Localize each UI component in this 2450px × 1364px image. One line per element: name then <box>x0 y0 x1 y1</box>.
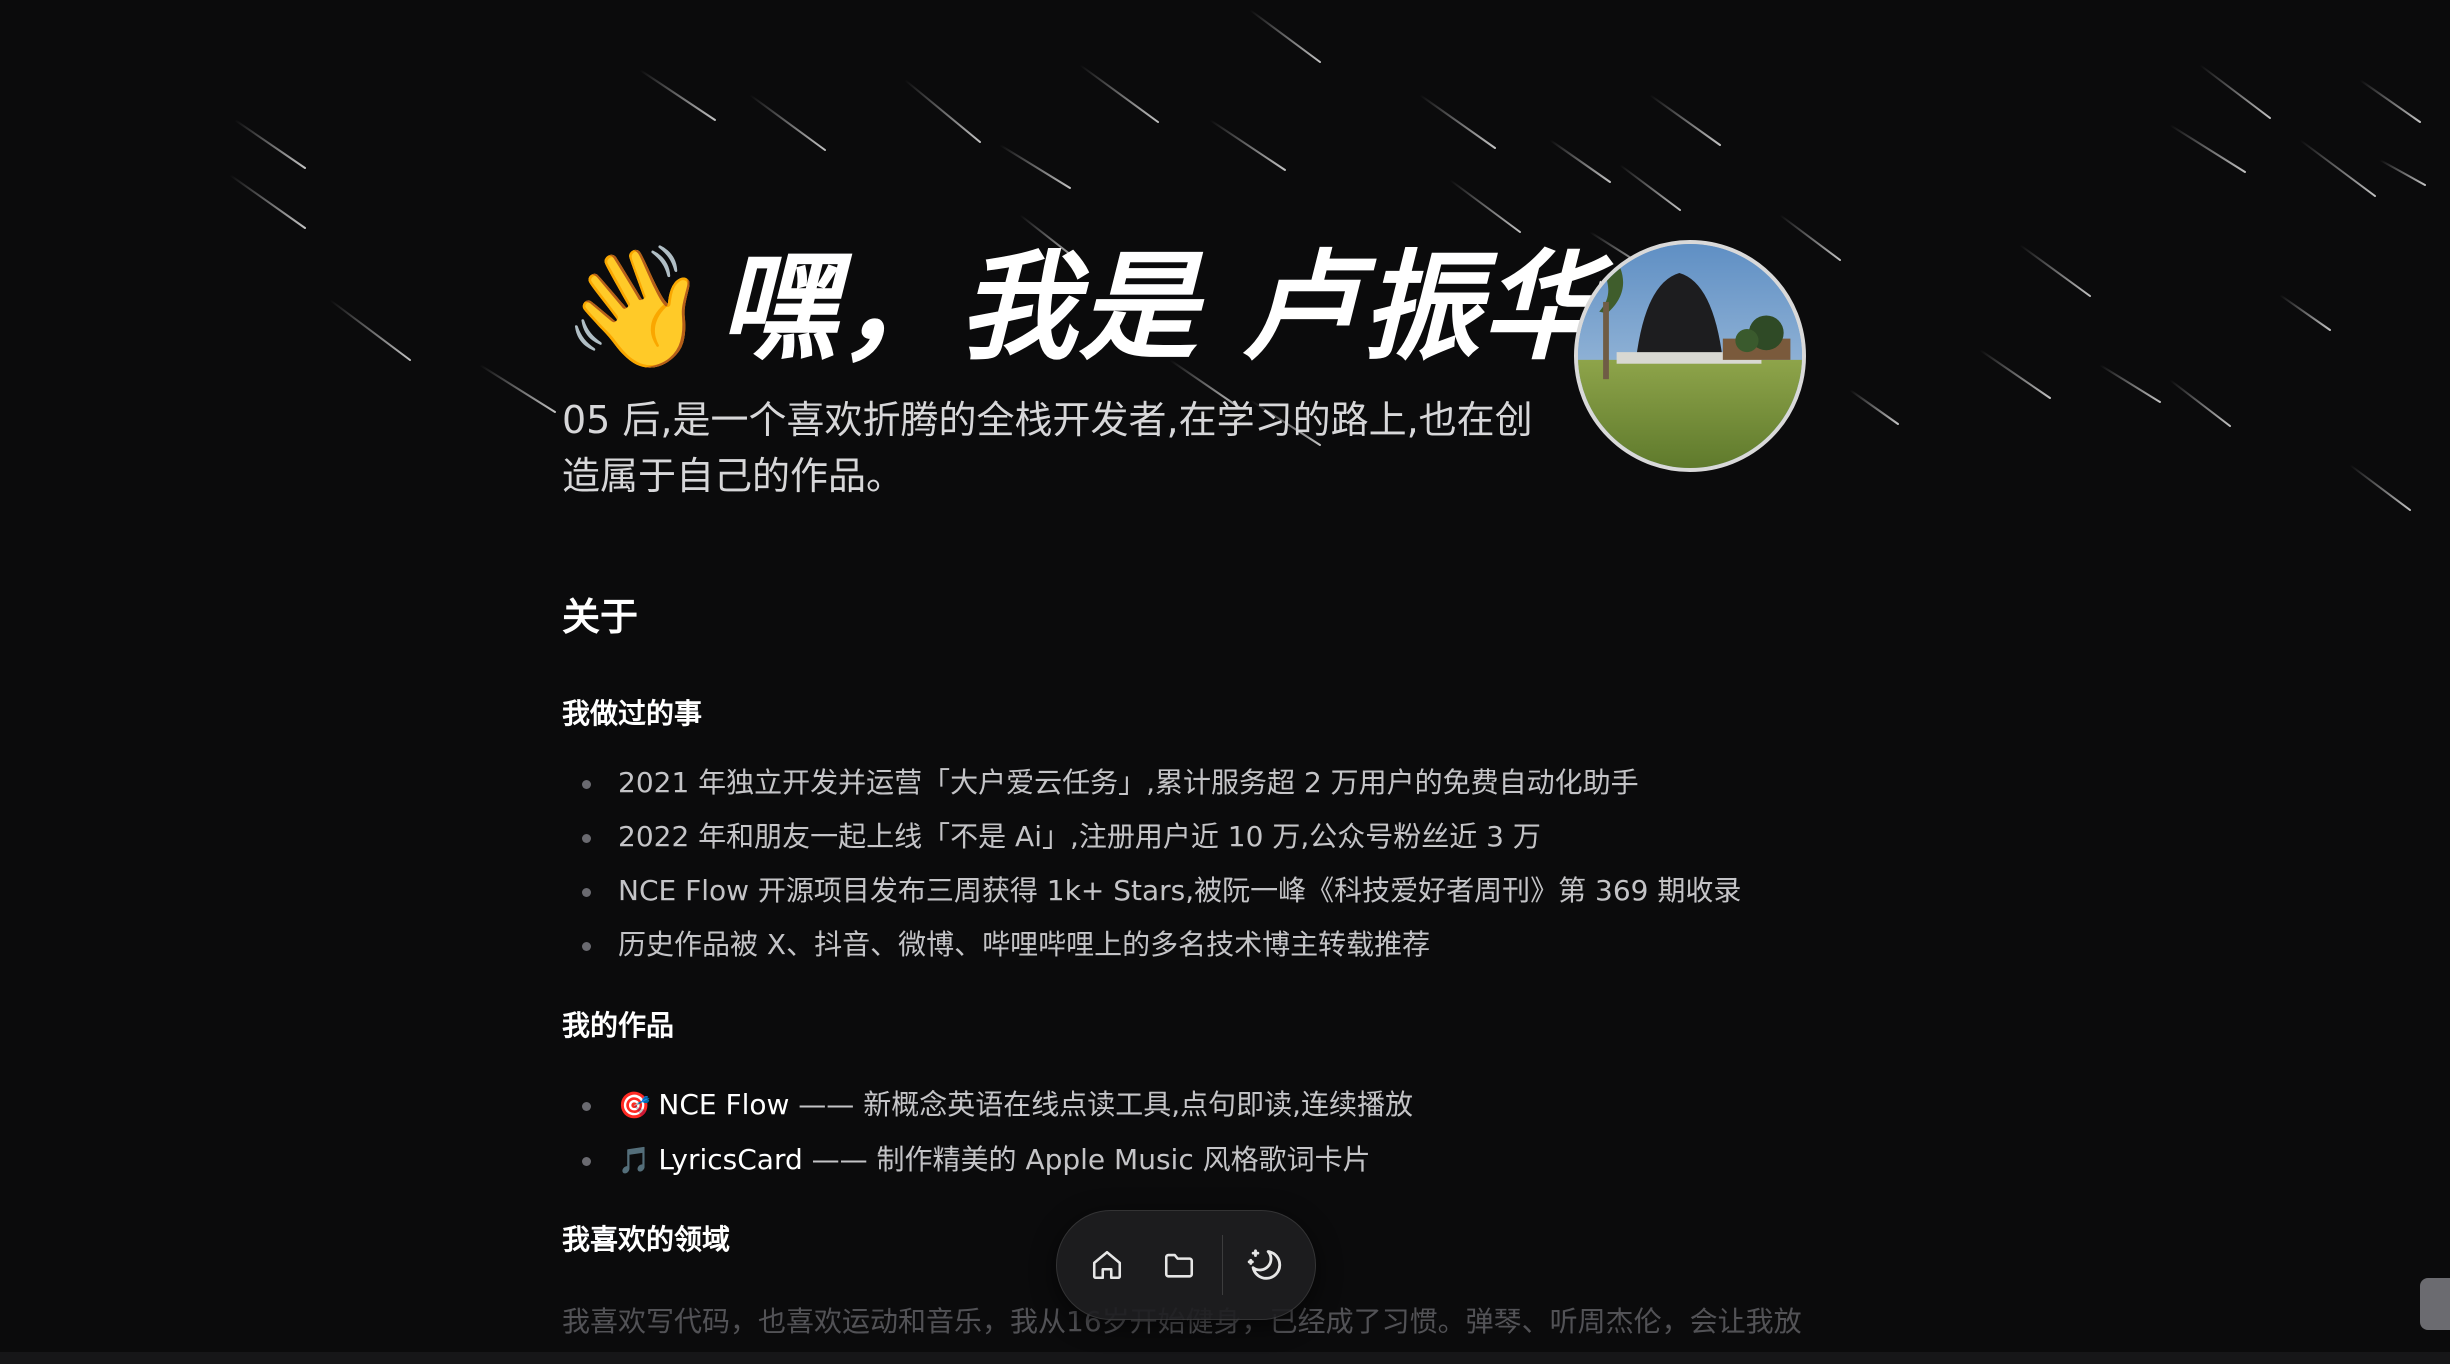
done-item: 2022 年和朋友一起上线「不是 Ai」,注册用户近 10 万,公众号粉丝近 3… <box>562 810 1741 864</box>
works-list: 🎯 NCE Flow —— 新概念英语在线点读工具,点句即读,连续播放 🎵 Lyric… <box>562 1078 1413 1188</box>
about-title: 关于 <box>562 595 639 639</box>
bullet-dot <box>582 888 591 897</box>
meteor-streak <box>234 119 306 169</box>
home-button[interactable] <box>1077 1235 1137 1295</box>
done-list: 2021 年独立开发并运营「大户爱云任务」,累计服务超 2 万用户的免费自动化助… <box>562 756 1741 972</box>
work-description: —— 新概念英语在线点读工具,点句即读,连续播放 <box>789 1088 1413 1121</box>
meteor-streak <box>749 94 826 151</box>
meteor-streak <box>2379 159 2426 186</box>
meteor-streak <box>1079 64 1159 123</box>
works-title: 我的作品 <box>562 1009 675 1042</box>
meteor-streak <box>2279 294 2331 331</box>
done-item: NCE Flow 开源项目发布三周获得 1k+ Stars,被阮一峰《科技爱好者… <box>562 864 1741 918</box>
meteor-streak <box>2359 79 2421 123</box>
meteor-streak <box>1449 179 1521 233</box>
meteor-streak <box>1249 9 1321 63</box>
bottom-dock <box>1056 1210 1316 1320</box>
meteor-streak <box>2299 139 2376 197</box>
hero-subtitle: 05 后,是一个喜欢折腾的全栈开发者,在学习的路上,也在创造属于自己的作品。 <box>562 398 1533 498</box>
hero-title: 👋嘿，我是 卢振华 <box>562 242 1602 372</box>
theme-toggle-button[interactable] <box>1235 1235 1295 1295</box>
meteor-streak <box>2349 464 2411 511</box>
meteor-streak <box>2169 379 2231 427</box>
meteor-streak <box>1979 349 2051 399</box>
meteor-streak <box>1209 119 1286 171</box>
target-icon: 🎯 <box>618 1091 651 1121</box>
dock-divider <box>1221 1235 1223 1295</box>
meteor-streak <box>904 79 981 143</box>
meteor-streak <box>2099 364 2161 403</box>
bullet-dot <box>582 780 591 789</box>
likes-title: 我喜欢的领域 <box>562 1223 731 1256</box>
work-description: —— 制作精美的 Apple Music 风格歌词卡片 <box>802 1143 1371 1176</box>
bullet-dot <box>582 834 591 843</box>
done-item-text: NCE Flow 开源项目发布三周获得 1k+ Stars,被阮一峰《科技爱好者… <box>618 874 1742 907</box>
hero-title-text: 嘿，我是 卢振华 <box>718 238 1603 376</box>
work-item: 🎵 LyricsCard —— 制作精美的 Apple Music 风格歌词卡片 <box>562 1133 1413 1188</box>
meteor-streak <box>1849 389 1899 425</box>
waving-hand-icon: 👋 <box>562 238 711 376</box>
folder-icon <box>1165 1253 1194 1278</box>
work-item: 🎯 NCE Flow —— 新概念英语在线点读工具,点句即读,连续播放 <box>562 1078 1413 1133</box>
done-item-text: 2022 年和朋友一起上线「不是 Ai」,注册用户近 10 万,公众号粉丝近 3… <box>618 820 1541 853</box>
meteor-streak <box>1649 94 1721 146</box>
meteor-streak <box>2019 244 2091 297</box>
meteor-streak <box>2169 124 2246 173</box>
bullet-dot <box>582 942 591 951</box>
meteor-streak <box>999 144 1071 189</box>
bullet-dot <box>582 1157 591 1166</box>
done-item-text: 历史作品被 X、抖音、微博、哔哩哔哩上的多名技术博主转载推荐 <box>618 928 1431 961</box>
meteor-streak <box>1549 139 1611 183</box>
meteor-streak <box>229 174 306 229</box>
meteor-streak <box>639 69 716 121</box>
theme-toggle-icon <box>1247 1249 1281 1280</box>
home-icon <box>1093 1250 1122 1280</box>
meteor-streak <box>1619 164 1681 211</box>
done-item: 2021 年独立开发并运营「大户爱云任务」,累计服务超 2 万用户的免费自动化助… <box>562 756 1741 810</box>
work-name-link[interactable]: NCE Flow <box>658 1088 789 1121</box>
work-name-link[interactable]: LyricsCard <box>658 1143 802 1176</box>
projects-button[interactable] <box>1149 1235 1209 1295</box>
meteor-streak <box>1419 94 1496 149</box>
meteor-streak <box>2199 64 2271 119</box>
meteor-streak <box>479 364 556 413</box>
bottom-edge <box>0 1352 2450 1364</box>
avatar <box>1574 240 1806 472</box>
music-note-icon: 🎵 <box>618 1146 651 1176</box>
done-item-text: 2021 年独立开发并运营「大户爱云任务」,累计服务超 2 万用户的免费自动化助… <box>618 766 1639 799</box>
meteor-streak <box>329 299 411 361</box>
side-handle[interactable] <box>2420 1278 2450 1330</box>
hero-section: 👋嘿，我是 卢振华 05 后,是一个喜欢折腾的全栈开发者,在学习的路上,也在创造… <box>562 232 1812 512</box>
done-item: 历史作品被 X、抖音、微博、哔哩哔哩上的多名技术博主转载推荐 <box>562 918 1741 972</box>
bullet-dot <box>582 1102 591 1111</box>
done-title: 我做过的事 <box>562 697 703 730</box>
